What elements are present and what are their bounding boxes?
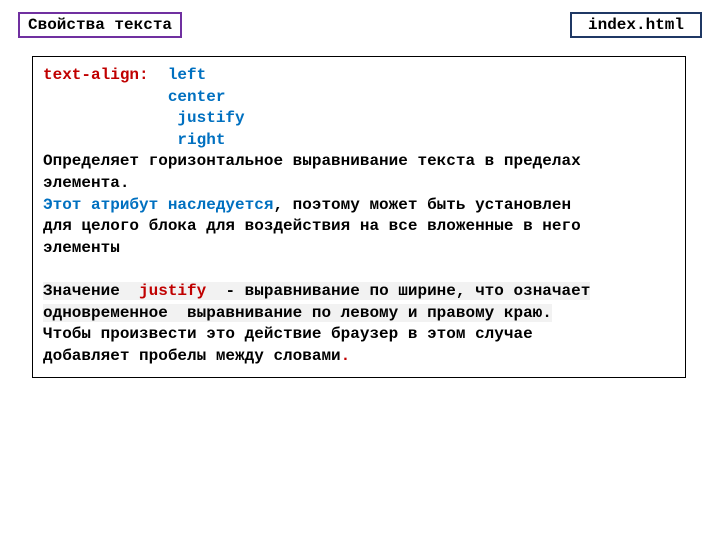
justify-keyword: justify [139, 282, 206, 300]
filename-box: index.html [570, 12, 702, 38]
desc-line-1b: элемента. [43, 174, 129, 192]
desc-line-1a: Определяет горизонтальное выравнивание т… [43, 152, 581, 170]
inherited-phrase: Этот атрибут наследуется [43, 196, 273, 214]
page-title: Свойства текста [28, 16, 172, 34]
justify-line-c: Чтобы произвести это действие браузер в … [43, 325, 533, 343]
filename: index.html [588, 16, 684, 34]
justify-line-d: добавляет пробелы между словами [43, 347, 341, 365]
justify-line-a-post: - выравнивание по ширине, что означает [206, 282, 590, 300]
ending-dot: . [341, 347, 351, 365]
css-property-name: text-align: [43, 66, 149, 84]
page-title-box: Свойства текста [18, 12, 182, 38]
css-value-center: center [168, 88, 226, 106]
content-box: text-align: left center justify right Оп… [32, 56, 686, 378]
justify-line-b: одновременное выравнивание по левому и п… [43, 304, 552, 322]
css-value-right: right [177, 131, 225, 149]
desc-line-2c: элементы [43, 239, 120, 257]
justify-line-a-pre: Значение [43, 282, 139, 300]
css-value-left: left [168, 66, 206, 84]
desc-line-2a: , поэтому может быть установлен [273, 196, 571, 214]
desc-line-2b: для целого блока для воздействия на все … [43, 217, 581, 235]
css-value-justify: justify [177, 109, 244, 127]
